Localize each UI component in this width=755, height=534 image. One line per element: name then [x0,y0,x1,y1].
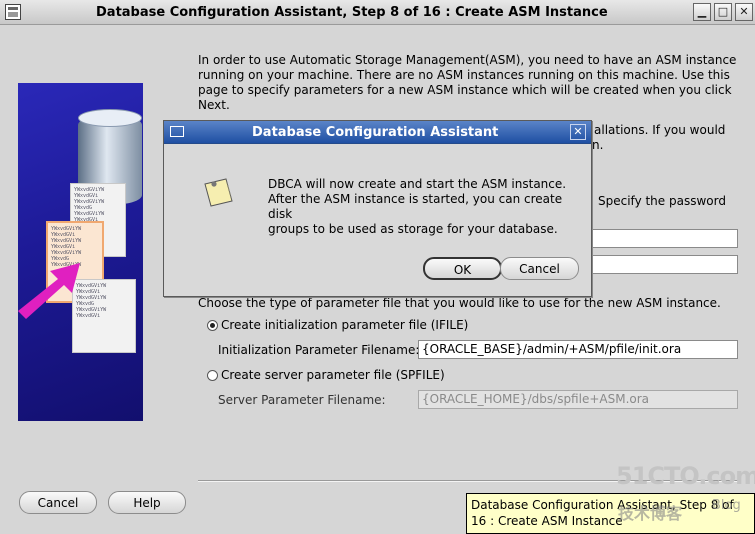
dialog-message-line: DBCA will now create and start the ASM i… [268,177,567,191]
dialog-close-button[interactable]: ✕ [570,124,586,140]
minimize-button[interactable]: ▁ [693,3,711,21]
window-title-bar[interactable]: Database Configuration Assistant, Step 8… [0,0,755,25]
spfile-label: Server Parameter Filename: [218,393,386,407]
intro-line: Next. [198,98,230,112]
ifile-radio-label: Create initialization parameter file (IF… [221,318,469,332]
password-instruction-text: Specify the password [598,194,726,208]
dialog-message: DBCA will now create and start the ASM i… [268,177,588,237]
password-field[interactable] [590,229,738,248]
intro-line: In order to use Automatic Storage Manage… [198,53,737,67]
intro-line: page to specify parameters for a new ASM… [198,83,732,97]
cancel-button[interactable]: Cancel [19,491,97,514]
confirmation-dialog[interactable]: Database Configuration Assistant ✕ DBCA … [163,120,592,297]
dialog-cancel-button[interactable]: Cancel [500,257,579,280]
dialog-menu-icon[interactable] [170,126,184,137]
ifile-radio-option[interactable]: Create initialization parameter file (IF… [207,318,507,334]
wizard-illustration: YWxvdGViYW YWxvdGVi YWxvdGViYW YWxvdG YWxvdG… [18,83,143,421]
dialog-ok-button[interactable]: OK [423,257,502,280]
partial-text: n. [592,138,604,152]
spfile-filename-input[interactable]: {ORACLE_HOME}/dbs/spfile+ASM.ora [418,390,738,409]
window-title: Database Configuration Assistant, Step 8… [96,5,608,20]
database-top-icon [78,109,142,127]
maximize-button[interactable]: □ [714,3,732,21]
dialog-title: Database Configuration Assistant [252,125,499,140]
intro-text: In order to use Automatic Storage Manage… [198,53,738,113]
ifile-radio[interactable] [207,320,218,331]
dialog-message-line: After the ASM instance is started, you c… [268,192,563,221]
help-button[interactable]: Help [108,491,186,514]
param-file-prompt: Choose the type of parameter file that y… [198,296,721,310]
watermark-logo: 51CTO.com [616,462,755,490]
partial-text: allations. If you would [594,123,726,137]
close-button[interactable]: ✕ [735,3,753,21]
tooltip-line: Database Configuration Assistant, Step 8… [471,498,734,512]
note-icon [204,178,233,207]
ifile-filename-input[interactable]: {ORACLE_BASE}/admin/+ASM/pfile/init.ora [418,340,738,359]
tooltip-line: 16 : Create ASM Instance [471,514,623,528]
intro-line: running on your machine. There are no AS… [198,68,730,82]
confirm-password-field[interactable] [590,255,738,274]
spfile-radio-label: Create server parameter file (SPFILE) [221,368,445,382]
spfile-radio[interactable] [207,370,218,381]
dialog-title-bar[interactable]: Database Configuration Assistant ✕ [164,121,591,144]
window-menu-icon[interactable] [5,4,21,20]
watermark-subtitle: 技术博客 [618,504,683,523]
watermark-blog: Blog [712,498,741,513]
ifile-label: Initialization Parameter Filename: [218,343,420,357]
spfile-radio-option[interactable]: Create server parameter file (SPFILE) [207,368,507,384]
dialog-message-line: groups to be used as storage for your da… [268,222,558,236]
arrow-icon [18,263,80,319]
